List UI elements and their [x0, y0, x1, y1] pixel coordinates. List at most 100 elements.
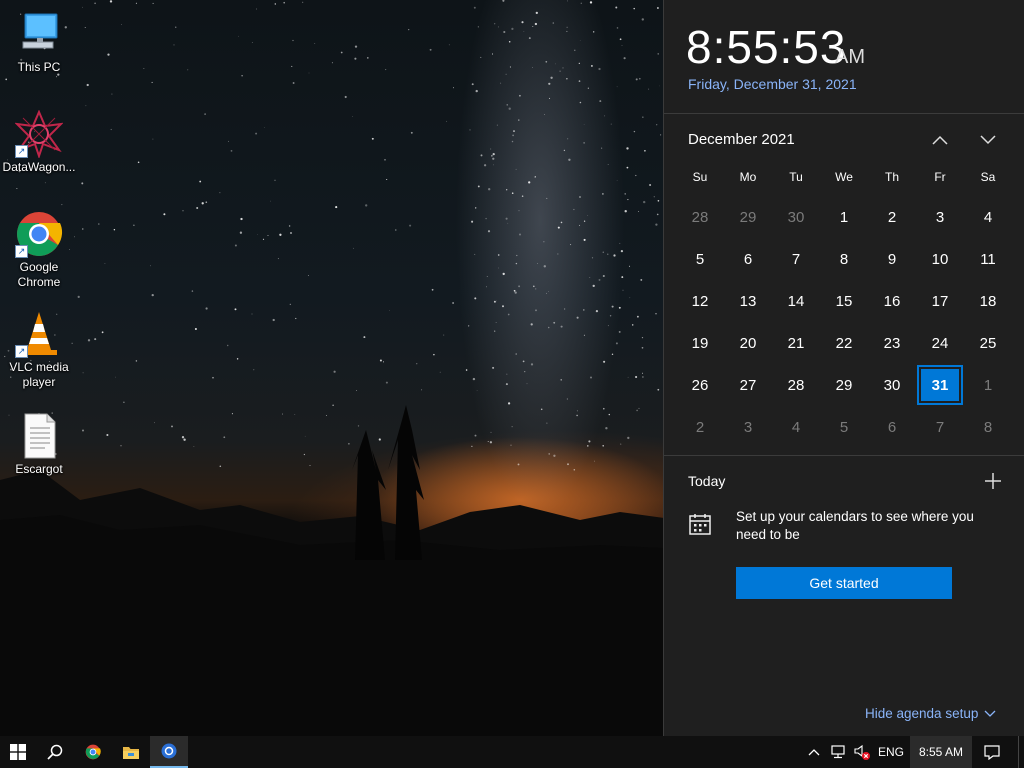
taskbar-clock-button[interactable]: 8:55 AM — [910, 736, 972, 768]
calendar-day[interactable]: 29 — [724, 196, 772, 238]
weekday-label: Fr — [934, 170, 946, 184]
input-language-button[interactable]: ENG — [874, 736, 908, 768]
calendar-day[interactable]: 25 — [964, 322, 1012, 364]
calendar-day[interactable]: 22 — [820, 322, 868, 364]
windows-logo-icon — [10, 744, 26, 760]
calendar-day[interactable]: 29 — [820, 364, 868, 406]
weekday-label: Tu — [789, 170, 803, 184]
calendar-day[interactable]: 8 — [820, 238, 868, 280]
add-event-button[interactable] — [982, 470, 1004, 492]
calendar-day[interactable]: 2 — [868, 196, 916, 238]
notification-icon — [984, 745, 1000, 760]
shortcut-arrow-icon: ↗ — [15, 345, 28, 358]
taskbar-active-app-button[interactable] — [150, 736, 188, 768]
desktop-icon-vlc[interactable]: ↗ VLC media player — [1, 310, 77, 390]
start-button[interactable] — [0, 736, 36, 768]
calendar-day-number: 13 — [739, 292, 757, 310]
calendar-day-number: 2 — [695, 418, 705, 436]
next-month-button[interactable] — [974, 128, 1002, 152]
calendar-day[interactable]: 5 — [820, 406, 868, 448]
get-started-button[interactable]: Get started — [736, 567, 952, 599]
calendar-day-number: 7 — [935, 418, 945, 436]
taskbar-chrome-button[interactable] — [74, 736, 112, 768]
taskbar-file-explorer-button[interactable] — [112, 736, 150, 768]
desktop-icon-escargot[interactable]: Escargot — [1, 412, 77, 477]
calendar-day[interactable]: 20 — [724, 322, 772, 364]
calendar-day[interactable]: 24 — [916, 322, 964, 364]
calendar-day[interactable]: 23 — [868, 322, 916, 364]
calendar-day-number: 7 — [791, 250, 801, 268]
calendar-day[interactable]: 26 — [676, 364, 724, 406]
desktop-icon-label: Google Chrome — [17, 260, 61, 289]
desktop-icon-this-pc[interactable]: This PC — [1, 10, 77, 75]
calendar-day[interactable]: 9 — [868, 238, 916, 280]
calendar-day[interactable]: 4 — [772, 406, 820, 448]
calendar-day[interactable]: 6 — [724, 238, 772, 280]
calendar-day-number: 30 — [787, 208, 805, 226]
weekday-label: Su — [692, 170, 708, 184]
search-button[interactable] — [37, 736, 73, 768]
weekday-label: Th — [884, 170, 899, 184]
calendar-day[interactable]: 10 — [916, 238, 964, 280]
calendar-day-number: 28 — [691, 208, 709, 226]
desktop-icon-label: DataWagon... — [2, 160, 76, 174]
calendar-day[interactable]: 16 — [868, 280, 916, 322]
hide-agenda-setup-link[interactable]: Hide agenda setup — [865, 706, 996, 721]
clock-date-link[interactable]: Friday, December 31, 2021 — [688, 76, 857, 92]
previous-month-button[interactable] — [926, 128, 954, 152]
calendar-day-number: 11 — [980, 250, 996, 268]
calendar-day[interactable]: 3 — [916, 196, 964, 238]
calendar-day[interactable]: 12 — [676, 280, 724, 322]
desktop-icon-datawagon[interactable]: ↗ DataWagon... — [1, 109, 77, 175]
chevron-down-icon — [984, 710, 996, 717]
calendar-day-number: 8 — [839, 250, 849, 268]
text-file-icon — [15, 412, 63, 460]
calendar-day[interactable]: 18 — [964, 280, 1012, 322]
calendar-day[interactable]: 1 — [964, 364, 1012, 406]
divider — [664, 455, 1024, 456]
calendar-day-today[interactable]: 31 — [916, 364, 964, 406]
calendar-day[interactable]: 3 — [724, 406, 772, 448]
calendar-day-number: 17 — [931, 292, 949, 310]
calendar-day[interactable]: 4 — [964, 196, 1012, 238]
calendar-day[interactable]: 7 — [916, 406, 964, 448]
volume-muted-icon — [854, 744, 870, 760]
calendar-day[interactable]: 17 — [916, 280, 964, 322]
desktop-icon-label: Escargot — [15, 462, 63, 476]
desktop-icon-google-chrome[interactable]: ↗ Google Chrome — [1, 210, 77, 290]
show-hidden-icons-button[interactable] — [804, 736, 824, 768]
calendar-day[interactable]: 28 — [676, 196, 724, 238]
chevron-up-icon — [808, 749, 820, 756]
calendar-day[interactable]: 11 — [964, 238, 1012, 280]
calendar-day-number: 2 — [887, 208, 897, 226]
calendar-day[interactable]: 2 — [676, 406, 724, 448]
calendar-day[interactable]: 27 — [724, 364, 772, 406]
calendar-day[interactable]: 30 — [772, 196, 820, 238]
calendar-day-number: 14 — [787, 292, 805, 310]
calendar-day[interactable]: 8 — [964, 406, 1012, 448]
calendar-day[interactable]: 19 — [676, 322, 724, 364]
calendar-day[interactable]: 14 — [772, 280, 820, 322]
calendar-day-number: 23 — [883, 334, 901, 352]
calendar-day[interactable]: 15 — [820, 280, 868, 322]
calendar-day[interactable]: 21 — [772, 322, 820, 364]
calendar-day[interactable]: 5 — [676, 238, 724, 280]
volume-button[interactable] — [852, 736, 872, 768]
calendar-day-number: 24 — [931, 334, 949, 352]
calendar-day[interactable]: 1 — [820, 196, 868, 238]
calendar-month-title[interactable]: December 2021 — [688, 131, 795, 148]
app-icon — [161, 743, 177, 759]
show-desktop-button[interactable] — [1018, 736, 1024, 768]
calendar-day-number: 3 — [743, 418, 753, 436]
network-button[interactable] — [828, 736, 850, 768]
hide-agenda-label: Hide agenda setup — [865, 706, 979, 721]
calendar-day[interactable]: 7 — [772, 238, 820, 280]
calendar-day-number: 22 — [835, 334, 853, 352]
calendar-day[interactable]: 13 — [724, 280, 772, 322]
action-center-button[interactable] — [976, 736, 1008, 768]
calendar-day-number: 25 — [979, 334, 997, 352]
calendar-day[interactable]: 6 — [868, 406, 916, 448]
calendar-day[interactable]: 30 — [868, 364, 916, 406]
calendar-day[interactable]: 28 — [772, 364, 820, 406]
chevron-up-icon — [932, 135, 948, 145]
